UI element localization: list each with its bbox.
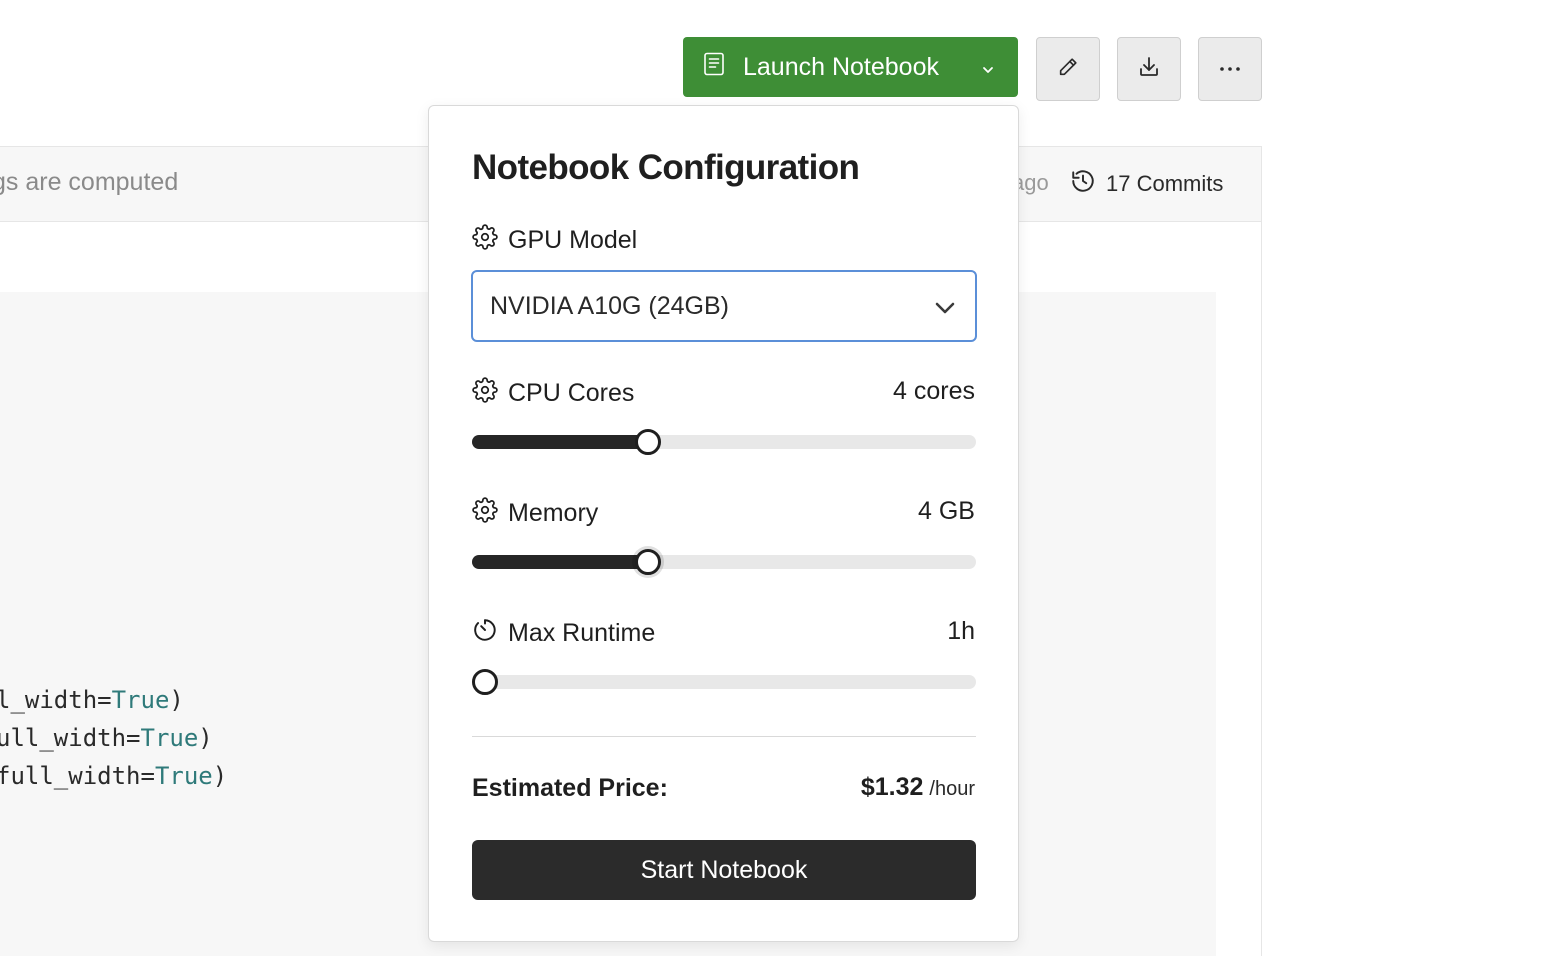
memory-label: Memory bbox=[472, 497, 598, 530]
cpu-cores-slider-fill bbox=[472, 435, 648, 449]
max-runtime-label: Max Runtime bbox=[472, 617, 655, 650]
max-runtime-slider[interactable] bbox=[472, 669, 976, 695]
panel-divider bbox=[472, 736, 976, 737]
code-line: l_width=True) bbox=[0, 686, 184, 714]
pencil-icon bbox=[1057, 56, 1079, 83]
edit-button[interactable] bbox=[1036, 37, 1100, 101]
memory-value: 4 GB bbox=[918, 497, 975, 525]
notebook-configuration-panel: Notebook Configuration GPU Model NVIDIA … bbox=[428, 105, 1019, 942]
chevron-down-icon bbox=[933, 296, 957, 325]
history-icon bbox=[1070, 168, 1096, 200]
gear-icon bbox=[472, 224, 498, 257]
gpu-model-select[interactable]: NVIDIA A10G (24GB) bbox=[471, 270, 977, 342]
price-amount: $1.32 bbox=[860, 773, 924, 801]
cpu-cores-slider[interactable] bbox=[472, 429, 976, 455]
gear-icon bbox=[472, 377, 498, 410]
max-runtime-slider-thumb[interactable] bbox=[472, 669, 498, 695]
cpu-cores-label: CPU Cores bbox=[472, 377, 634, 410]
more-horizontal-icon bbox=[1218, 60, 1242, 78]
start-notebook-button[interactable]: Start Notebook bbox=[472, 840, 976, 900]
download-icon bbox=[1137, 55, 1161, 84]
memory-slider-thumb[interactable] bbox=[634, 549, 661, 575]
content-border bbox=[1261, 222, 1262, 956]
cpu-cores-slider-thumb[interactable] bbox=[634, 429, 661, 455]
max-runtime-value: 1h bbox=[947, 617, 975, 645]
launch-notebook-button[interactable]: Launch Notebook bbox=[683, 37, 1018, 97]
estimated-price-label: Estimated Price: bbox=[472, 774, 668, 802]
code-line: ull_width=True) bbox=[0, 724, 213, 752]
notebook-icon bbox=[703, 52, 725, 83]
computation-status-text: gs are computed bbox=[0, 168, 179, 196]
commits-label: 17 Commits bbox=[1106, 171, 1224, 196]
price-unit: /hour bbox=[929, 778, 975, 800]
cpu-cores-value: 4 cores bbox=[893, 377, 975, 405]
download-button[interactable] bbox=[1117, 37, 1181, 101]
timer-icon bbox=[472, 617, 498, 650]
gpu-model-selected-value: NVIDIA A10G (24GB) bbox=[490, 291, 729, 320]
code-line: full_width=True) bbox=[0, 762, 228, 790]
panel-title: Notebook Configuration bbox=[472, 148, 860, 187]
more-options-button[interactable] bbox=[1198, 37, 1262, 101]
chevron-down-icon[interactable] bbox=[980, 56, 996, 85]
launch-notebook-label: Launch Notebook bbox=[743, 52, 939, 81]
memory-slider[interactable] bbox=[472, 549, 976, 575]
memory-slider-fill bbox=[472, 555, 648, 569]
estimated-price-value: $1.32 /hour bbox=[861, 773, 975, 802]
gear-icon bbox=[472, 497, 498, 530]
commits-link[interactable]: 17 Commits bbox=[1070, 168, 1223, 200]
gpu-model-label: GPU Model bbox=[472, 224, 637, 257]
